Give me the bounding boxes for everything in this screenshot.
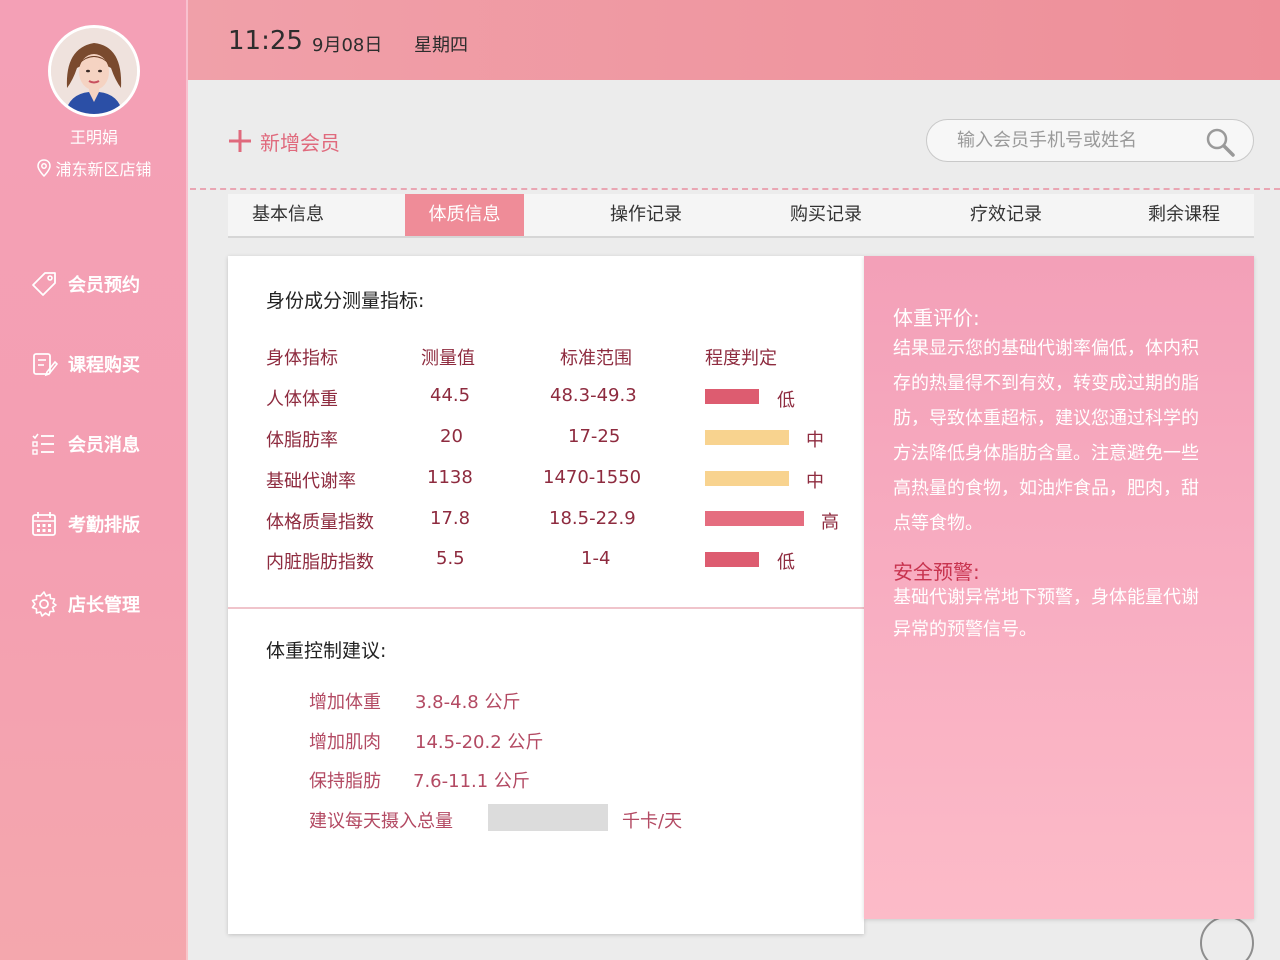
nav-item-manager[interactable]: 店长管理: [30, 584, 180, 624]
column-header-range: 标准范围: [560, 348, 632, 369]
indicator-name: 基础代谢率: [266, 471, 356, 492]
indicator-range: 18.5-22.9: [549, 508, 636, 529]
level-bar: [705, 430, 789, 445]
column-header-indicator: 身体指标: [266, 348, 338, 369]
weight-evaluation-title: 体重评价:: [893, 306, 980, 330]
nav-item-label: 课程购买: [68, 355, 140, 376]
clock-date: 9月08日: [312, 35, 383, 56]
body-composition-title: 身份成分测量指标:: [266, 290, 425, 312]
clock-time: 11:25: [228, 26, 303, 56]
advice-value: 3.8-4.8 公斤: [415, 692, 521, 713]
intake-unit: 千卡/天: [622, 811, 683, 832]
level-label: 高: [821, 512, 839, 533]
column-header-value: 测量值: [421, 348, 475, 369]
top-bar: 11:25 9月08日 星期四: [188, 0, 1280, 80]
nav-item-course-purchase[interactable]: 课程购买: [30, 344, 180, 384]
safety-warning-text: 基础代谢异常地下预警，身体能量代谢 异常的预警信号。: [893, 582, 1238, 646]
list-icon: [30, 430, 58, 458]
store-location-label: 浦东新区店铺: [55, 160, 152, 179]
advice-label: 增加肌肉: [309, 732, 381, 753]
advice-label: 增加体重: [309, 692, 381, 713]
safety-warning-line: 基础代谢异常地下预警，身体能量代谢: [893, 587, 1199, 608]
weight-evaluation-line: 肪，导致体重超标，建议您通过科学的: [893, 408, 1199, 429]
indicator-range: 1-4: [581, 548, 611, 569]
add-member-button[interactable]: 新增会员: [228, 126, 340, 156]
nav-item-label: 会员预约: [68, 275, 140, 296]
weight-evaluation-line: 点等食物。: [893, 513, 983, 534]
intake-label: 建议每天摄入总量: [309, 811, 453, 832]
intake-value-field: [488, 804, 608, 831]
tab-remaining-courses[interactable]: 剩余课程: [1124, 194, 1244, 236]
level-bar: [705, 552, 759, 567]
level-bar: [705, 389, 759, 404]
user-name: 王明娟: [69, 128, 118, 147]
level-label: 中: [806, 430, 824, 451]
advice-value: 7.6-11.1 公斤: [413, 771, 530, 792]
clock-weekday: 星期四: [414, 35, 468, 56]
nav-item-label: 会员消息: [68, 435, 140, 456]
section-divider: [228, 607, 864, 609]
tag-icon: [30, 270, 58, 298]
indicator-value: 1138: [427, 467, 473, 488]
tab-effect-records[interactable]: 疗效记录: [946, 194, 1066, 236]
indicator-name: 内脏脂肪指数: [266, 552, 374, 573]
indicator-value: 20: [440, 426, 463, 447]
level-label: 中: [806, 471, 824, 492]
weight-evaluation-line: 方法降低身体脂肪含量。注意避免一些: [893, 443, 1199, 464]
level-label: 低: [777, 390, 795, 411]
tab-bar: 基本信息 体质信息 操作记录 购买记录 疗效记录 剩余课程: [228, 194, 1254, 238]
weight-evaluation-line: 结果显示您的基础代谢率偏低，体内积: [893, 338, 1199, 359]
nav-item-member-messages[interactable]: 会员消息: [30, 424, 180, 464]
nav-item-attendance[interactable]: 考勤排版: [30, 504, 180, 544]
tab-physique-info[interactable]: 体质信息: [405, 194, 524, 236]
avatar-image: [51, 28, 137, 114]
level-label: 低: [777, 552, 795, 573]
weight-advice-title: 体重控制建议:: [266, 640, 387, 662]
nav-item-label: 店长管理: [68, 595, 140, 616]
search-icon[interactable]: [1205, 127, 1235, 157]
indicator-value: 44.5: [430, 385, 471, 406]
indicator-range: 1470-1550: [543, 467, 642, 488]
indicator-range: 17-25: [568, 426, 621, 447]
edit-doc-icon: [30, 350, 58, 378]
safety-warning-line: 异常的预警信号。: [893, 619, 1037, 640]
sidebar: 王明娟 浦东新区店铺 会员预约 课程购买 会员消息 考勤排版 店长管理: [0, 0, 188, 960]
indicator-range: 48.3-49.3: [550, 385, 637, 406]
gear-icon: [30, 590, 58, 618]
indicator-value: 17.8: [430, 508, 471, 529]
advice-value: 14.5-20.2 公斤: [415, 732, 544, 753]
search-box: [926, 119, 1254, 162]
weight-evaluation-text: 结果显示您的基础代谢率偏低，体内积 存的热量得不到有效，转变成过期的脂 肪，导致…: [893, 331, 1238, 541]
tab-basic-info[interactable]: 基本信息: [228, 194, 348, 236]
scroll-top-button[interactable]: [1200, 916, 1254, 960]
indicator-value: 5.5: [436, 548, 465, 569]
indicator-name: 人体体重: [266, 389, 338, 410]
avatar[interactable]: [48, 25, 140, 117]
plus-icon: [229, 130, 251, 152]
level-bar: [705, 471, 789, 486]
weight-evaluation-line: 高热量的食物，如油炸食品，肥肉，甜: [893, 478, 1199, 499]
column-header-level: 程度判定: [705, 348, 777, 369]
search-input[interactable]: [957, 130, 1197, 151]
add-member-label: 新增会员: [260, 130, 340, 155]
dashed-divider: [190, 188, 1280, 190]
level-bar: [705, 511, 804, 526]
tab-purchase-records[interactable]: 购买记录: [766, 194, 886, 236]
nav-item-label: 考勤排版: [68, 515, 140, 536]
indicator-name: 体脂肪率: [266, 430, 338, 451]
store-location: 浦东新区店铺: [0, 156, 188, 180]
nav-item-member-booking[interactable]: 会员预约: [30, 264, 180, 304]
indicator-name: 体格质量指数: [266, 512, 374, 533]
calendar-icon: [30, 510, 58, 538]
tab-operation-records[interactable]: 操作记录: [586, 194, 706, 236]
advice-label: 保持脂肪: [309, 771, 381, 792]
location-pin-icon: [37, 159, 52, 177]
safety-warning-title: 安全预警:: [893, 560, 980, 584]
weight-evaluation-line: 存的热量得不到有效，转变成过期的脂: [893, 373, 1199, 394]
